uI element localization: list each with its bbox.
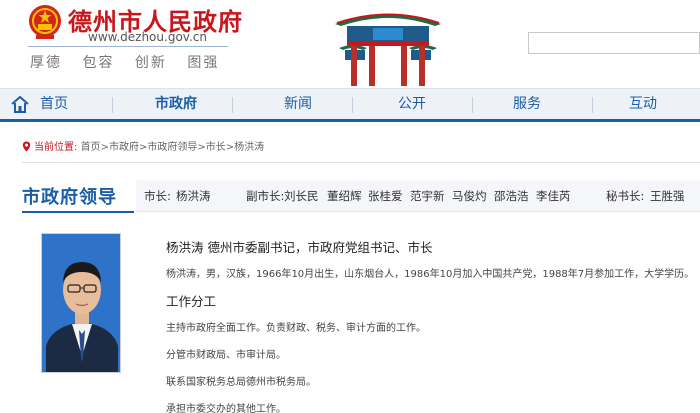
- search-input[interactable]: [528, 32, 700, 54]
- site-url: www.dezhou.gov.cn: [88, 30, 207, 44]
- leader-link-vice-mayor[interactable]: 邵浩浩: [494, 180, 529, 212]
- slogan-item: 创新: [134, 55, 167, 71]
- leader-link-vice-mayor[interactable]: 马俊灼: [452, 180, 487, 212]
- breadcrumb-item-mayor[interactable]: >市长: [197, 142, 225, 153]
- nav-divider: [592, 97, 593, 113]
- nav-divider: [352, 97, 353, 113]
- breadcrumb-item-leaders[interactable]: >市政府领导: [139, 142, 197, 153]
- nav-item-disclosure[interactable]: 公开: [382, 89, 442, 120]
- leader-link-vice-mayor[interactable]: 董绍辉: [327, 180, 362, 212]
- duty-item: 联系国家税务总局德州市税务局。: [166, 377, 316, 388]
- breadcrumb-label: 当前位置:: [34, 142, 78, 153]
- leader-link-vice-mayor[interactable]: 张桂爱: [368, 180, 403, 212]
- site-header: 德州市人民政府 www.dezhou.gov.cn 厚德 包容 创新 图强: [0, 0, 700, 88]
- leader-link-mayor[interactable]: 杨洪涛: [176, 180, 211, 212]
- breadcrumb: 当前位置: 首页>市政府>市政府领导>市长>杨洪涛: [22, 138, 264, 153]
- section-title: 市政府领导: [22, 187, 117, 208]
- main-nav: 首页 市政府 新闻 公开 服务 互动: [0, 88, 700, 122]
- duty-item: 主持市政府全面工作。负责财政、税务、审计方面的工作。: [166, 323, 426, 334]
- secretary-label: 秘书长:: [606, 189, 645, 203]
- breadcrumb-item-home[interactable]: 首页: [81, 142, 101, 153]
- duty-item: 承担市委交办的其他工作。: [166, 404, 286, 413]
- mayor-label: 市长:: [144, 189, 171, 203]
- duty-item: 分管市财政局、市审计局。: [166, 350, 286, 361]
- nav-item-interaction[interactable]: 互动: [612, 89, 674, 120]
- memorial-archway-image: [335, 13, 441, 86]
- slogan-item: 包容: [82, 55, 115, 71]
- leader-link-vice-mayor[interactable]: 李佳芮: [536, 180, 571, 212]
- vice-mayor-label: 副市长:: [246, 189, 285, 203]
- breadcrumb-item-current: >杨洪涛: [225, 142, 265, 153]
- nav-divider: [232, 97, 233, 113]
- nav-divider: [472, 97, 473, 113]
- title-divider: [28, 46, 228, 47]
- slogans: 厚德 包容 创新 图强: [30, 52, 233, 72]
- slogan-item: 厚德: [30, 55, 62, 71]
- nav-item-services[interactable]: 服务: [496, 89, 558, 120]
- nav-divider: [112, 97, 113, 113]
- portrait-image: [42, 234, 120, 372]
- leader-link-vice-mayor[interactable]: 刘长民: [284, 180, 319, 212]
- profile-bio: 杨洪涛，男，汉族，1966年10月出生，山东烟台人，1986年10月加入中国共产…: [166, 269, 695, 280]
- leader-portrait: [41, 233, 121, 373]
- home-icon[interactable]: [11, 96, 29, 113]
- duty-heading: 工作分工: [166, 294, 217, 309]
- location-pin-icon: [22, 141, 31, 152]
- breadcrumb-item-city-government[interactable]: >市政府: [101, 142, 139, 153]
- leaders-bar: 市长: 杨洪涛 副市长: 刘长民 董绍辉 张桂爱 范宇新 马俊灼 邵浩浩 李佳芮…: [136, 180, 700, 212]
- breadcrumb-divider: [22, 162, 700, 163]
- leader-link-secretary[interactable]: 王胜强: [650, 180, 685, 212]
- leader-link-vice-mayor[interactable]: 范宇新: [410, 180, 445, 212]
- profile-title: 杨洪涛 德州市委副书记，市政府党组书记、市长: [166, 240, 433, 255]
- nav-item-news[interactable]: 新闻: [266, 89, 330, 120]
- nav-item-city-government[interactable]: 市政府: [138, 89, 214, 120]
- section-title-underline: [22, 211, 134, 213]
- nav-item-home[interactable]: 首页: [34, 89, 74, 120]
- national-emblem-icon: [29, 5, 61, 39]
- slogan-item: 图强: [187, 55, 220, 71]
